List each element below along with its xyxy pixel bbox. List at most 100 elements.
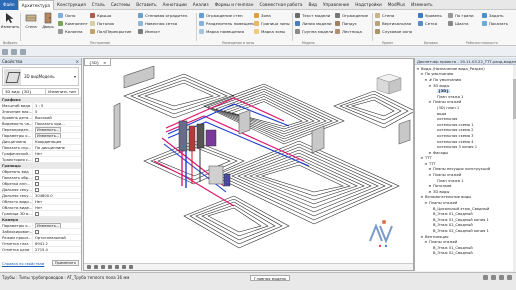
dormer-button[interactable]: Слуховое окно [375,28,412,35]
property-value[interactable] [32,169,81,174]
expand-toggle-icon[interactable]: ⊟ [420,156,424,160]
detail-level-icon[interactable] [94,265,98,269]
expand-toggle-icon[interactable]: ⊟ [416,67,420,71]
close-icon[interactable]: × [103,59,106,65]
filter-icon[interactable] [507,275,512,280]
property-value[interactable]: Изменить... [32,133,81,138]
door-button[interactable]: Дверь [40,12,56,42]
property-checkbox[interactable] [35,176,39,180]
shadows-icon[interactable] [115,265,119,269]
property-checkbox[interactable] [35,188,39,192]
tab-10[interactable]: Вид [305,0,320,10]
workset-icon[interactable] [483,275,488,280]
wall-button[interactable]: Стена [23,12,39,42]
tab-6[interactable]: Аннотации [160,0,190,10]
tab-4[interactable]: Системы [108,0,133,10]
tab-14[interactable]: Изменить [408,0,435,10]
property-value[interactable] [32,175,81,180]
by-face-button[interactable]: По грани [448,12,474,19]
design-option-icon[interactable] [491,275,496,280]
tab-5[interactable]: Вставить [133,0,159,10]
properties-help-link[interactable]: Справка по свойствам [2,262,44,266]
property-value[interactable]: 5 [32,109,81,114]
room-button[interactable]: Ограждение стен [199,12,258,19]
property-value[interactable]: 304800.0 [32,193,81,198]
3d-model-scene[interactable] [84,66,414,265]
expand-toggle-icon[interactable]: ⊞ [428,184,432,188]
room-tag-button[interactable]: Марка помещения [199,28,258,35]
expand-toggle-icon[interactable]: ⊞ [428,151,432,155]
edit-button[interactable]: Изменить... [35,127,62,132]
tab-1[interactable]: Архитектура [17,0,54,10]
tab-0[interactable]: Файл [0,0,18,10]
3d-viewport[interactable]: {3D} × [83,58,414,271]
crop-icon[interactable] [122,265,126,269]
property-value[interactable]: Нет [32,151,81,156]
property-value[interactable]: 2715.4 [32,247,81,252]
tab-9[interactable]: Совместная работа [256,0,305,10]
measure-icon[interactable] [20,48,26,55]
expand-toggle-icon[interactable]: ⊟ [424,78,428,82]
close-icon[interactable]: × [75,58,79,64]
tab-3[interactable]: Сталь [89,0,108,10]
expand-toggle-icon[interactable]: ⊟ [428,173,432,177]
shaft-button[interactable]: Шахта [448,20,474,27]
property-value[interactable]: Показать ори... [32,121,81,126]
apply-button[interactable]: Применить [51,260,79,266]
property-checkbox[interactable] [35,182,39,186]
mullion-button[interactable]: Импост [138,28,188,35]
area-button[interactable]: Зона [254,12,290,19]
tab-3d-view[interactable]: {3D} × [84,59,112,66]
expand-toggle-icon[interactable]: ⊟ [428,100,432,104]
expand-toggle-icon[interactable]: ⊟ [424,240,428,244]
property-value[interactable] [32,181,81,186]
property-checkbox[interactable] [35,230,39,234]
property-value[interactable] [32,157,81,162]
floor-button[interactable]: Пол/Перекрытие [90,28,131,35]
expand-toggle-icon[interactable]: ⊞ [428,167,432,171]
ramp-button[interactable]: Пандус [335,20,368,27]
type-selector[interactable]: 3D вид Модель ▾ [2,67,79,86]
tab-7[interactable]: Анализ [190,0,212,10]
opening-wall-button[interactable]: Стена [375,12,412,19]
expand-toggle-icon[interactable]: ⊟ [420,72,424,76]
opening-vertical-button[interactable]: Вертикальная [375,20,412,27]
property-value[interactable]: Ортогональный [32,235,81,240]
curtain-grid-button[interactable]: Навесная сетка [138,20,188,27]
tab-11[interactable]: Управление [320,0,352,10]
ceiling-button[interactable]: Потолок [90,20,131,27]
expand-toggle-icon[interactable]: ⊟ [420,195,424,199]
modify-button[interactable]: Изменить [1,12,19,42]
tab-2[interactable]: Конструкция [54,0,89,10]
expand-toggle-icon[interactable]: ⊟ [428,84,432,88]
set-workplane-button[interactable]: Задать [482,12,508,19]
edit-button[interactable]: Изменить... [35,133,62,138]
hide-icon[interactable] [129,265,133,269]
level-button[interactable]: Уровень [418,12,442,19]
grid-button[interactable]: Сетка [418,20,442,27]
area-boundary-button[interactable]: Граница зоны [254,20,290,27]
property-value[interactable]: 1 : 5 [32,103,81,108]
property-value[interactable]: 6941.2 [32,241,81,246]
tree-item[interactable]: В_Этаж 02_Сводный [415,251,516,257]
property-value[interactable] [32,211,81,216]
railing-button[interactable]: Ограждение [335,12,368,19]
visual-style-icon[interactable] [101,265,105,269]
scale-icon[interactable] [87,265,91,269]
show-workplane-button[interactable]: Показать [482,20,508,27]
tab-12[interactable]: Надстройки [352,0,385,10]
tab-8[interactable]: Формы и генплан [212,0,257,10]
column-button[interactable]: Колонна [58,28,88,35]
property-value[interactable]: Высокий [32,115,81,120]
property-value[interactable] [32,229,81,234]
property-value[interactable]: Изменить... [32,223,81,228]
expand-toggle-icon[interactable]: ⊟ [420,235,424,239]
property-value[interactable]: Координация [32,139,81,144]
property-checkbox[interactable] [35,158,39,162]
instance-selector[interactable]: 3D вид: {3D} Изменить тип [2,88,79,95]
model-group-button[interactable]: Группа модели [295,28,333,35]
expand-toggle-icon[interactable]: ⊟ [424,162,428,166]
active-model-selector[interactable]: Главная модель [250,275,291,281]
area-tag-button[interactable]: Марка зоны [254,28,290,35]
roof-button[interactable]: Крыша [90,12,131,19]
